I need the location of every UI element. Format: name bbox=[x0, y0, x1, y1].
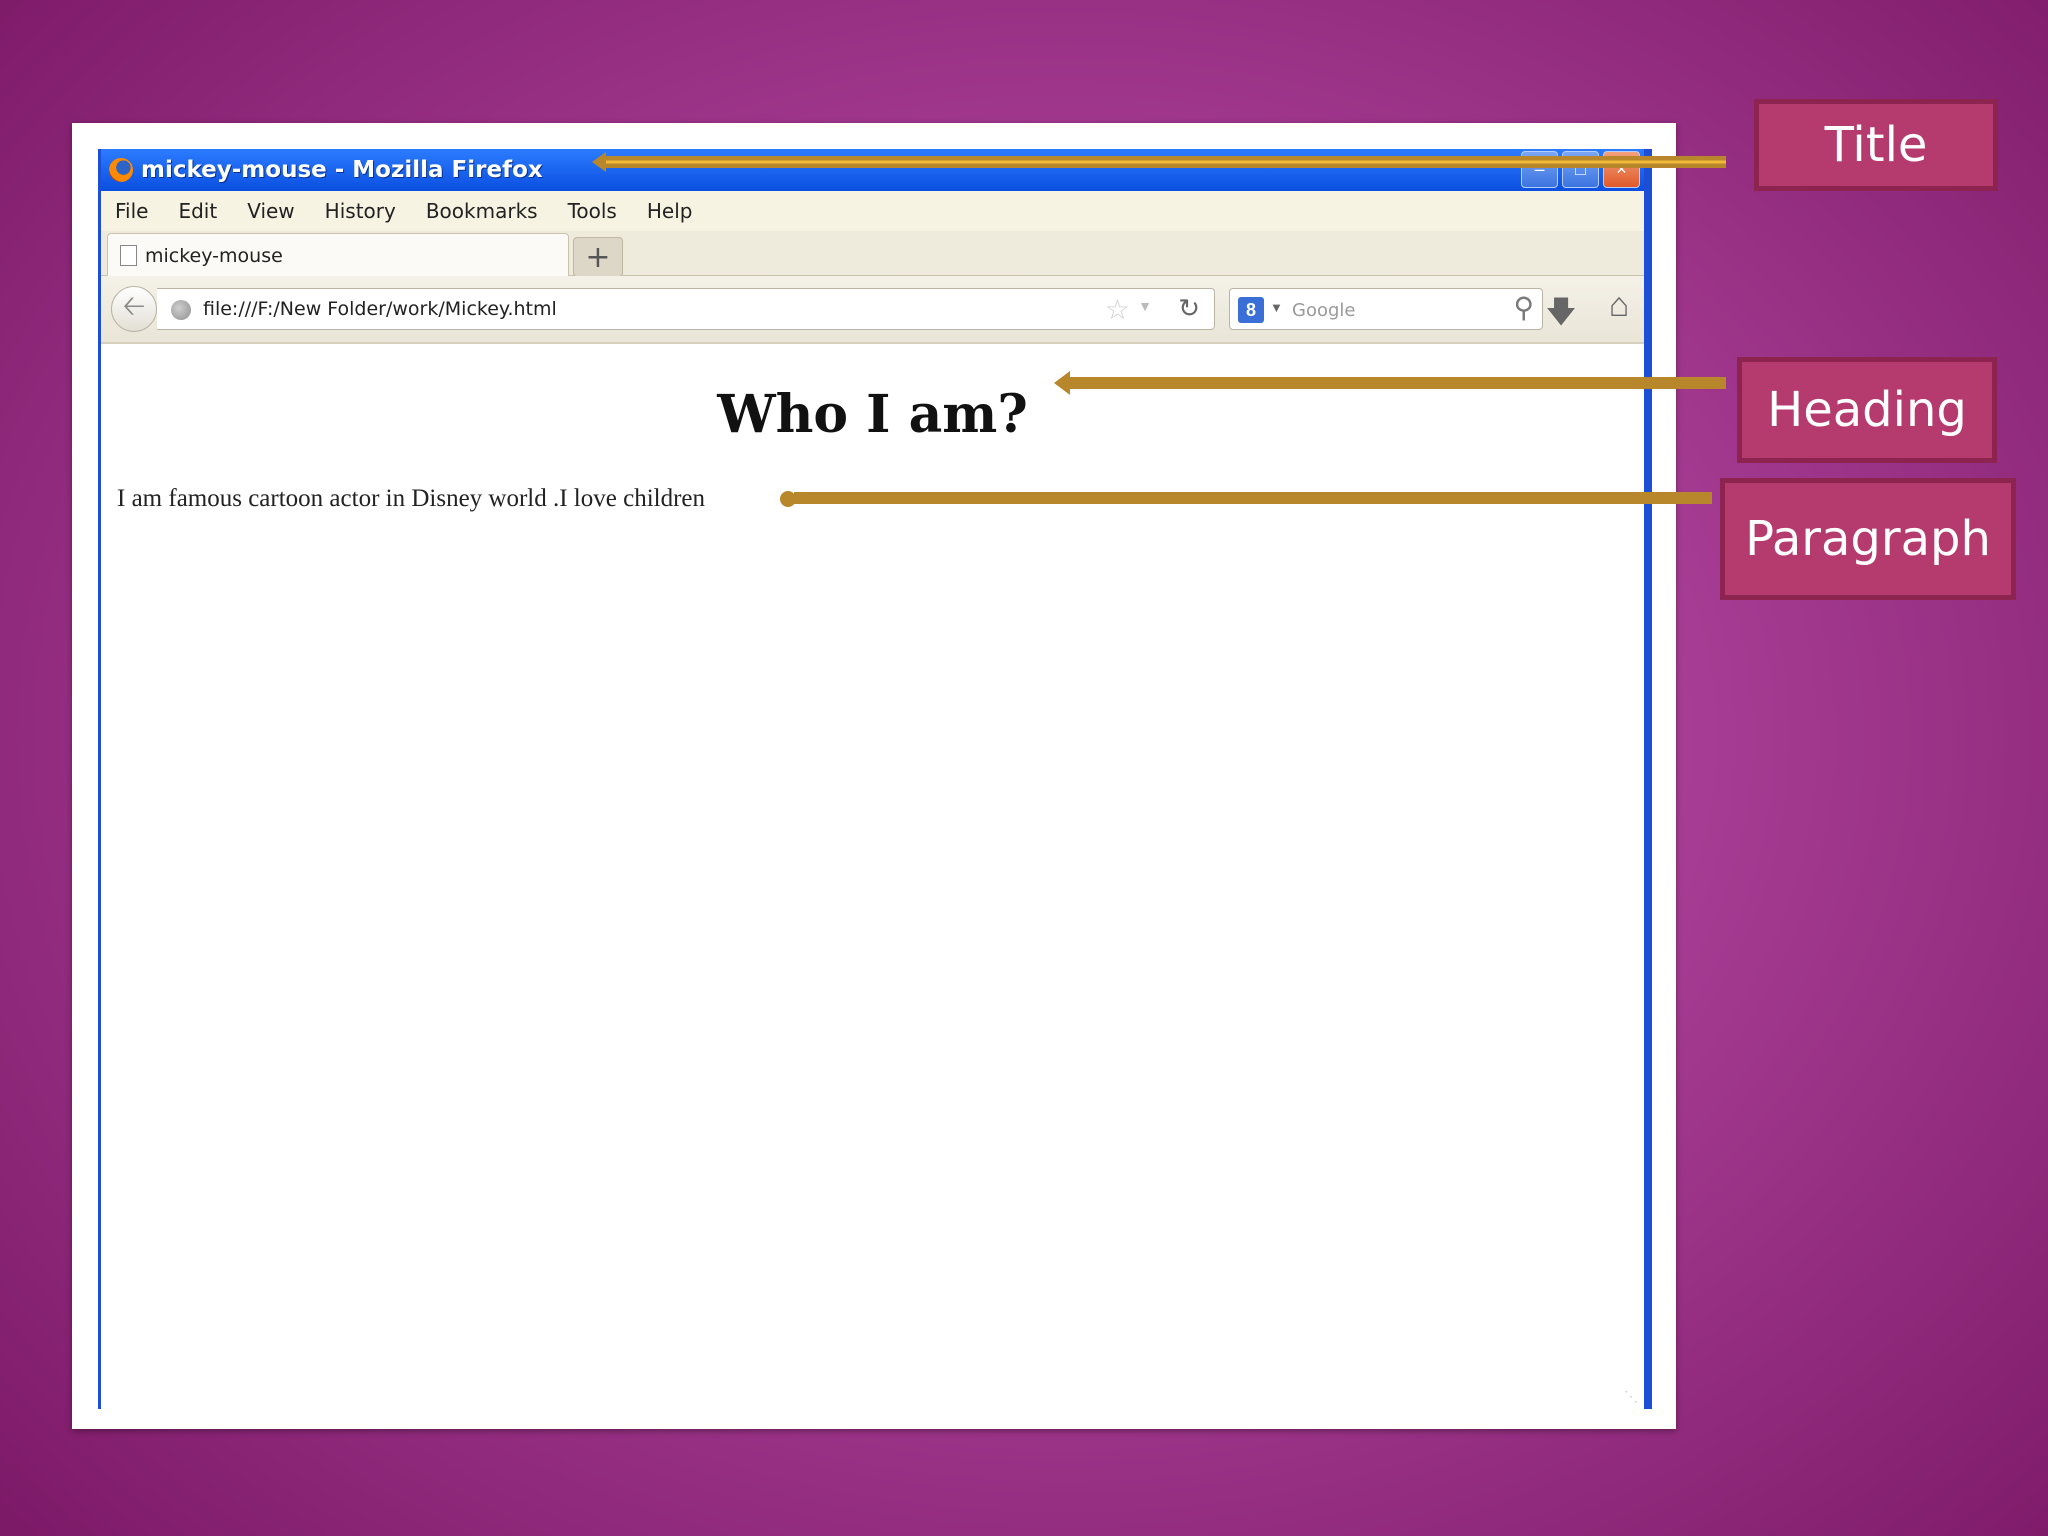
annotation-arrows bbox=[592, 152, 1726, 507]
paragraph-callout: Paragraph bbox=[1720, 478, 2016, 600]
paragraph-arrow bbox=[780, 491, 1712, 507]
title-callout: Title bbox=[1754, 99, 1998, 191]
heading-arrow bbox=[1054, 371, 1726, 395]
title-arrow bbox=[592, 152, 1726, 172]
heading-callout: Heading bbox=[1737, 357, 1997, 463]
